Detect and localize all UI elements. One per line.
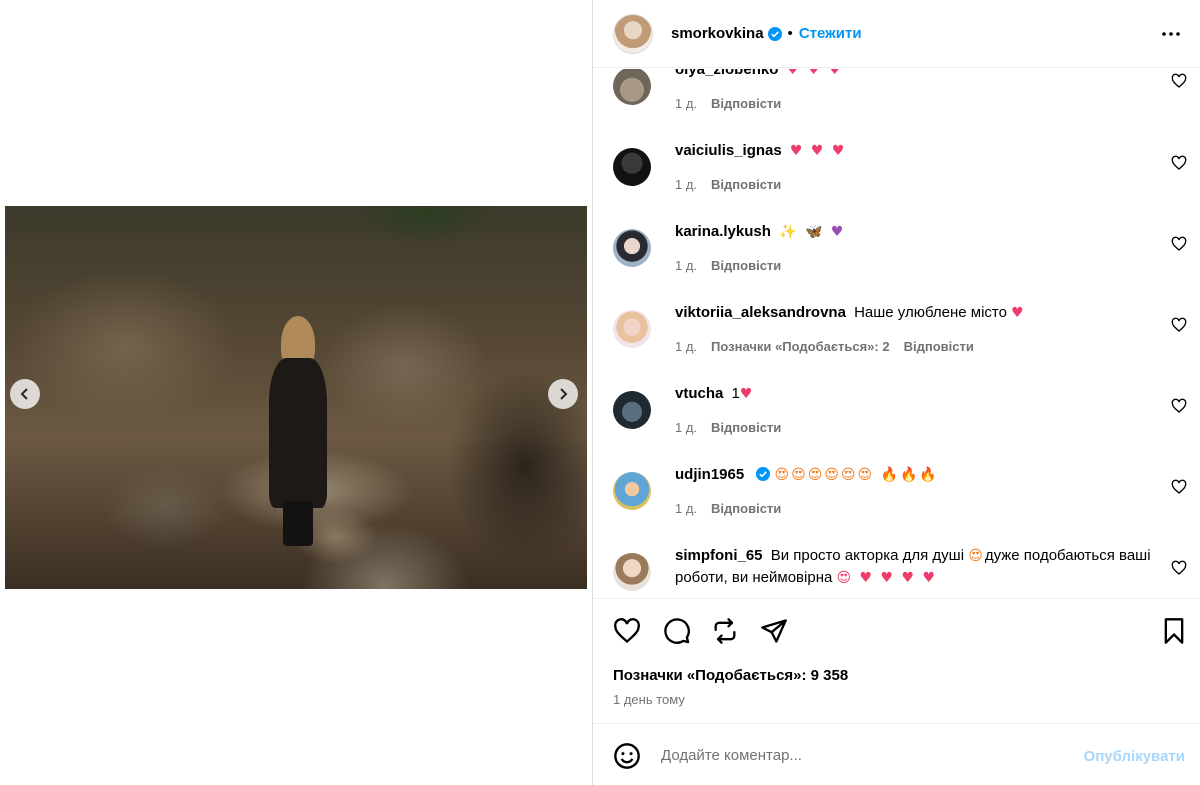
- comment-meta: 1 д. Відповісти: [675, 177, 781, 192]
- reply-button[interactable]: Відповісти: [711, 96, 781, 111]
- reply-button[interactable]: Відповісти: [904, 339, 974, 354]
- comment-body: udjin1965 😍😍😍😍😍😍 🔥🔥🔥: [675, 464, 1155, 486]
- share-icon[interactable]: [760, 617, 788, 645]
- bookmark-icon[interactable]: [1160, 617, 1188, 645]
- commenter-avatar[interactable]: [613, 229, 651, 267]
- photo-person-coat: [269, 358, 327, 508]
- comment-input[interactable]: [661, 742, 1061, 768]
- comment-item: vtucha 1♥ 1 д. Відповісти: [593, 385, 1200, 461]
- heart-icon[interactable]: [1171, 560, 1187, 576]
- smile-icon[interactable]: [613, 742, 641, 770]
- commenter-username[interactable]: olya_zlobenko: [675, 69, 778, 78]
- post-likes-count[interactable]: Позначки «Подобається»: 9 358: [613, 667, 848, 684]
- commenter-avatar[interactable]: [613, 391, 651, 429]
- comment-item: karina.lykush ✨ 🦋 ♥ 1 д. Відповісти: [593, 223, 1200, 299]
- author-username[interactable]: smorkovkina: [671, 25, 764, 42]
- more-options-button[interactable]: [1159, 22, 1183, 46]
- verified-badge-icon: [756, 467, 771, 481]
- post-actions: Позначки «Подобається»: 9 358 1 день том…: [593, 598, 1200, 723]
- comment-emoji: ♥: [1011, 305, 1026, 321]
- comment-age: 1 д.: [675, 96, 698, 111]
- previous-photo-button[interactable]: [10, 379, 40, 409]
- commenter-username[interactable]: viktoriia_aleksandrovna: [675, 304, 846, 321]
- comment-emoji: ♥ ♥ ♥: [786, 69, 844, 78]
- verified-badge-icon: [767, 26, 782, 41]
- commenter-username[interactable]: vaiciulis_ignas: [675, 142, 782, 159]
- post-side-panel: smorkovkina • Стежити olya_zlobenko ♥ ♥ …: [592, 0, 1200, 785]
- comment-meta: 1 д. Позначки «Подобається»: 2 Відповіст…: [675, 339, 974, 354]
- commenter-avatar[interactable]: [613, 553, 651, 591]
- comment-body: simpfoni_65 Ви просто акторка для душі 😍…: [675, 545, 1155, 589]
- commenter-avatar[interactable]: [613, 69, 651, 105]
- heart-icon[interactable]: [1171, 73, 1187, 89]
- comment-item: simpfoni_65 Ви просто акторка для душі 😍…: [593, 547, 1200, 597]
- comment-composer: Опублікувати: [593, 723, 1200, 785]
- comment-emoji: ♥: [739, 386, 755, 402]
- comments-list[interactable]: olya_zlobenko ♥ ♥ ♥ 1 д. Відповісти vaic…: [593, 69, 1200, 597]
- comment-likes-count[interactable]: Позначки «Подобається»: 2: [711, 339, 890, 354]
- photo-foliage: [325, 206, 525, 266]
- author-avatar[interactable]: [613, 13, 653, 54]
- commenter-username[interactable]: vtucha: [675, 385, 723, 402]
- reply-button[interactable]: Відповісти: [711, 501, 781, 516]
- heart-icon[interactable]: [1171, 155, 1187, 171]
- comment-emoji: 😍😍😍😍😍😍 🔥🔥🔥: [774, 467, 939, 483]
- comment-icon[interactable]: [663, 617, 691, 645]
- more-options-icon: [1162, 32, 1180, 36]
- commenter-username[interactable]: simpfoni_65: [675, 547, 763, 564]
- commenter-avatar[interactable]: [613, 472, 651, 510]
- comment-body: vtucha 1♥: [675, 383, 1155, 405]
- photo-person-legs: [283, 501, 313, 546]
- next-photo-button[interactable]: [548, 379, 578, 409]
- comment-emoji: 😍: [968, 548, 985, 564]
- comment-item: udjin1965 😍😍😍😍😍😍 🔥🔥🔥 1 д. Відповісти: [593, 466, 1200, 542]
- comment-age: 1 д.: [675, 258, 698, 273]
- reply-button[interactable]: Відповісти: [711, 258, 781, 273]
- comment-text: Ви просто акторка для душі: [770, 547, 965, 564]
- separator-dot: •: [787, 25, 793, 42]
- heart-icon[interactable]: [1171, 479, 1187, 495]
- comment-age: 1 д.: [675, 501, 698, 516]
- comment-item: vaiciulis_ignas ♥ ♥ ♥ 1 д. Відповісти: [593, 142, 1200, 218]
- comment-age: 1 д.: [675, 177, 698, 192]
- commenter-avatar[interactable]: [613, 148, 651, 186]
- comment-item: olya_zlobenko ♥ ♥ ♥ 1 д. Відповісти: [593, 69, 1200, 137]
- comment-meta: 1 д. Відповісти: [675, 420, 781, 435]
- heart-icon[interactable]: [613, 617, 641, 645]
- comment-text: 1: [731, 385, 740, 402]
- comment-age: 1 д.: [675, 339, 698, 354]
- comment-age: 1 д.: [675, 420, 698, 435]
- comment-meta: 1 д. Відповісти: [675, 258, 781, 273]
- reply-button[interactable]: Відповісти: [711, 177, 781, 192]
- commenter-username[interactable]: karina.lykush: [675, 223, 771, 240]
- comment-text: Наше улюблене місто: [854, 304, 1007, 321]
- repost-icon[interactable]: [711, 617, 739, 645]
- comment-meta: 1 д. Відповісти: [675, 96, 781, 111]
- comment-body: viktoriia_aleksandrovna Наше улюблене мі…: [675, 302, 1155, 324]
- comment-emoji: ♥ ♥ ♥: [789, 143, 847, 159]
- heart-icon[interactable]: [1171, 236, 1187, 252]
- media-pane: [0, 0, 592, 785]
- heart-icon[interactable]: [1171, 398, 1187, 414]
- comment-body: karina.lykush ✨ 🦋 ♥: [675, 221, 1155, 243]
- commenter-avatar[interactable]: [613, 310, 651, 348]
- comment-body: vaiciulis_ignas ♥ ♥ ♥: [675, 140, 1155, 162]
- commenter-username[interactable]: udjin1965: [675, 466, 744, 483]
- post-timestamp[interactable]: 1 день тому: [613, 692, 685, 707]
- post-photo[interactable]: [5, 206, 587, 589]
- post-comment-button[interactable]: Опублікувати: [1084, 748, 1185, 765]
- chevron-right-icon: [560, 388, 568, 400]
- reply-button[interactable]: Відповісти: [711, 420, 781, 435]
- comment-item: viktoriia_aleksandrovna Наше улюблене мі…: [593, 304, 1200, 380]
- comment-body: olya_zlobenko ♥ ♥ ♥: [675, 69, 1155, 81]
- comment-emoji-trailing: 😍 ♥ ♥ ♥ ♥: [836, 570, 938, 586]
- heart-icon[interactable]: [1171, 317, 1187, 333]
- post-header: smorkovkina • Стежити: [593, 0, 1200, 68]
- comment-emoji: ✨ 🦋 ♥: [779, 224, 846, 240]
- chevron-left-icon: [20, 388, 28, 400]
- follow-button[interactable]: Стежити: [799, 25, 862, 42]
- photo-person: [263, 316, 333, 546]
- comment-meta: 1 д. Відповісти: [675, 501, 781, 516]
